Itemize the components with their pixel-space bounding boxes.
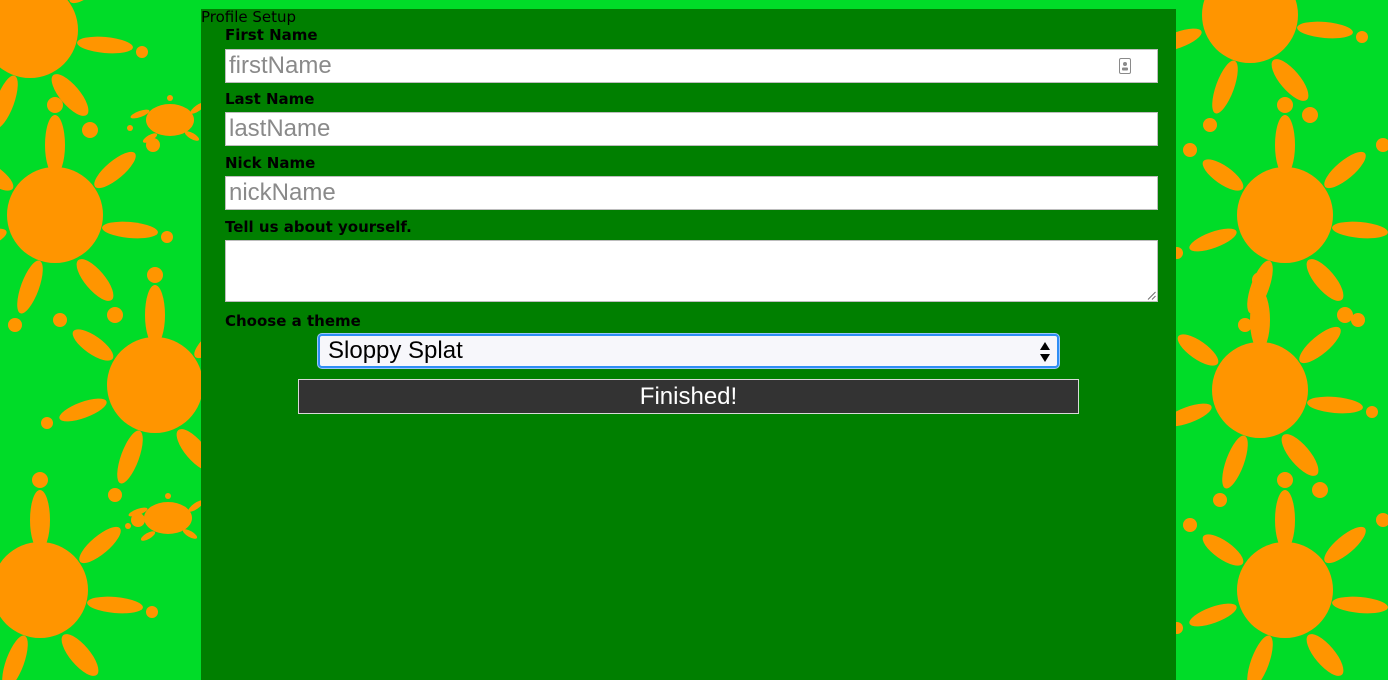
theme-label: Choose a theme (225, 312, 361, 330)
profile-setup-panel: Profile Setup First Name Last Name Nick … (201, 9, 1176, 680)
nick-name-label: Nick Name (225, 154, 316, 172)
first-name-label: First Name (225, 26, 318, 44)
nick-name-input[interactable] (225, 176, 1158, 210)
up-down-arrows-icon (1040, 342, 1050, 362)
resize-grip-icon[interactable] (1147, 291, 1156, 300)
about-label: Tell us about yourself. (225, 218, 412, 236)
contact-card-icon[interactable] (1119, 58, 1131, 74)
page-title: Profile Setup (201, 8, 297, 26)
finished-button[interactable]: Finished! (298, 379, 1079, 414)
theme-select-value: Sloppy Splat (328, 337, 463, 364)
theme-select[interactable]: Sloppy Splat (318, 334, 1059, 368)
about-textarea[interactable] (225, 240, 1158, 302)
first-name-input[interactable] (225, 49, 1158, 83)
last-name-input[interactable] (225, 112, 1158, 146)
last-name-label: Last Name (225, 90, 315, 108)
